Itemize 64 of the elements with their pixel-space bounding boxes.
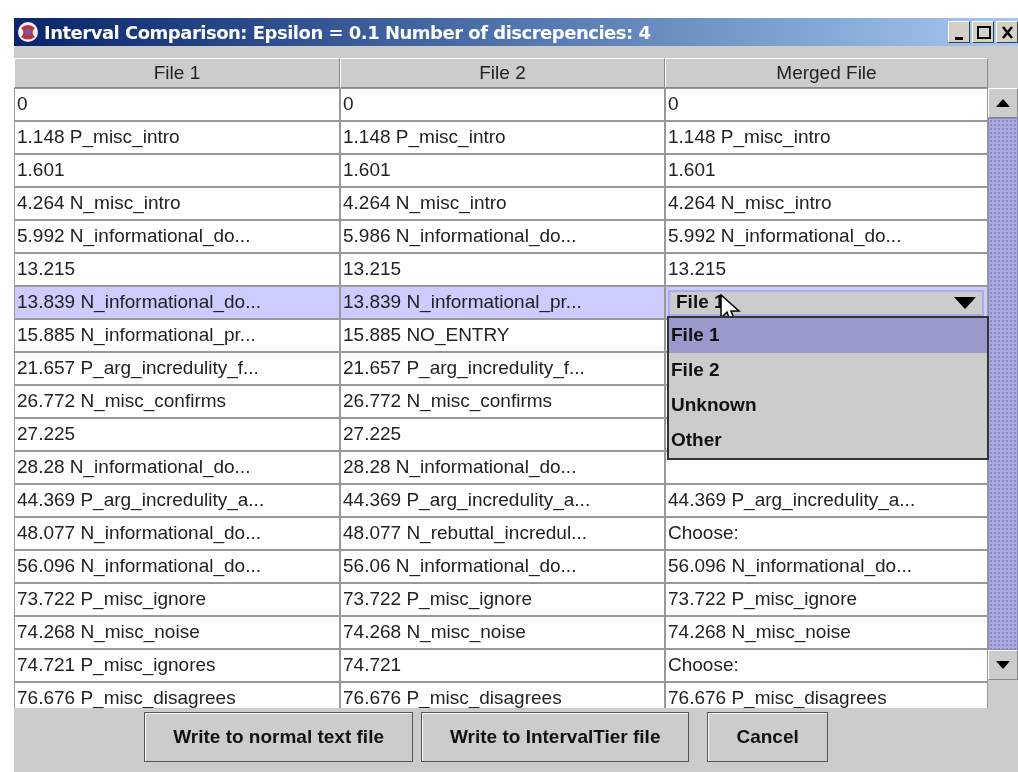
app-icon [16,20,40,44]
table-cell: 27.225 [14,418,340,451]
window-title: Interval Comparison: Epsilon = 0.1 Number of discrepencies: 4 [44,20,651,45]
table-cell: 5.986 N_informational_do... [340,220,665,253]
table-cell: 76.676 P_misc_disagrees [665,682,988,708]
table-cell: 27.225 [340,418,665,451]
table-cell: 13.215 [340,253,665,286]
table-cell: Choose: [665,649,988,682]
column-header[interactable]: Merged File [665,58,988,88]
table-cell: 4.264 N_misc_intro [340,187,665,220]
table-cell: 44.369 P_arg_incredulity_a... [14,484,340,517]
cancel-button[interactable]: Cancel [707,712,828,762]
table-cell: 56.06 N_informational_do... [340,550,665,583]
table-cell: 4.264 N_misc_intro [14,187,340,220]
table-cell: 74.721 P_misc_ignores [14,649,340,682]
table-cell: 4.264 N_misc_intro [665,187,988,220]
table-cell: 13.215 [665,253,988,286]
write-button[interactable]: Write to normal text file [144,712,413,762]
table-cell: 73.722 P_misc_ignore [14,583,340,616]
table-cell: 74.721 [340,649,665,682]
table-cell: 76.676 P_misc_disagrees [14,682,340,708]
table-cell: 73.722 P_misc_ignore [665,583,988,616]
table-cell: 1.601 [665,154,988,187]
table-cell: 5.992 N_informational_do... [14,220,340,253]
table-cell: 13.215 [14,253,340,286]
table-cell: 1.148 P_misc_intro [14,121,340,154]
table-cell: 73.722 P_misc_ignore [340,583,665,616]
table-cell: 56.096 N_informational_do... [665,550,988,583]
table-cell: 26.772 N_misc_confirms [340,385,665,418]
table-cell: 44.369 P_arg_incredulity_a... [665,484,988,517]
table-cell: 26.772 N_misc_confirms [14,385,340,418]
dropdown-option[interactable]: File 1 [669,318,987,353]
table-cell: 74.268 N_misc_noise [665,616,988,649]
scroll-up-icon[interactable] [996,99,1010,107]
table-cell: 48.077 N_rebuttal_incredul... [340,517,665,550]
table-cell: 21.657 P_arg_incredulity_f... [14,352,340,385]
scroll-down-icon[interactable] [996,661,1010,669]
table-cell: 48.077 N_informational_do... [14,517,340,550]
table-cell: 28.28 N_informational_do... [14,451,340,484]
table-cell: 76.676 P_misc_disagrees [340,682,665,708]
table-cell: 74.268 N_misc_noise [340,616,665,649]
table-cell: 15.885 N_informational_pr... [14,319,340,352]
table-cell: 5.992 N_informational_do... [665,220,988,253]
column-header[interactable]: File 2 [340,58,665,88]
table-cell: 21.657 P_arg_incredulity_f... [340,352,665,385]
table-cell: 15.885 NO_ENTRY [340,319,665,352]
table-cell: 74.268 N_misc_noise [14,616,340,649]
caret-icon [954,296,976,309]
table-cell: 56.096 N_informational_do... [14,550,340,583]
table-cell: 0 [14,88,340,121]
table-cell: 1.148 P_misc_intro [665,121,988,154]
table-cell: 28.28 N_informational_do... [340,451,665,484]
scrollbar-thumb[interactable] [988,118,1018,650]
table-cell: 0 [340,88,665,121]
table-cell: Choose: [665,517,988,550]
table-cell: 1.148 P_misc_intro [340,121,665,154]
table-cell: 13.839 N_informational_do... [14,286,340,319]
column-header[interactable]: File 1 [14,58,340,88]
write-button[interactable]: Write to IntervalTier file [421,712,690,762]
table-cell: 13.839 N_informational_pr... [340,286,665,319]
table-cell: 1.601 [340,154,665,187]
table-cell: 0 [665,88,988,121]
table-cell: 1.601 [14,154,340,187]
table-cell: 44.369 P_arg_incredulity_a... [340,484,665,517]
